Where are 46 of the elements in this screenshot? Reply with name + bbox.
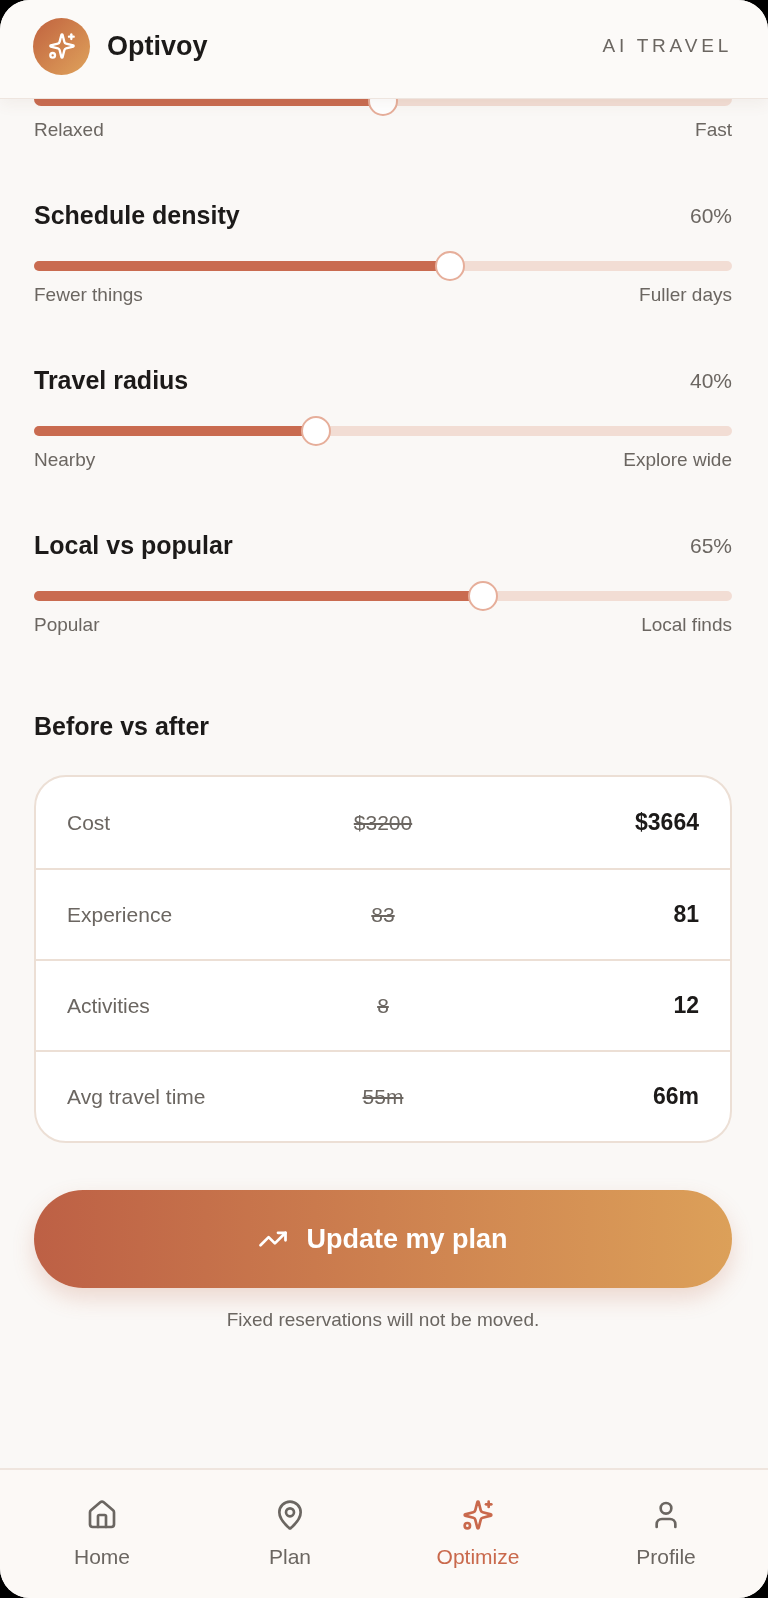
- before-value: 83: [371, 901, 395, 928]
- slider-value: 40%: [689, 368, 732, 395]
- slider-value: 60%: [689, 203, 732, 230]
- section-title: Before vs after: [34, 711, 210, 743]
- slider-title: Local vs popular: [34, 530, 233, 562]
- note-text: Fixed reservations will not be moved.: [226, 1307, 540, 1332]
- after-value: 81: [673, 900, 699, 930]
- after-value: 66m: [652, 1082, 699, 1112]
- slider-value: 65%: [689, 533, 732, 560]
- before-value: 8: [377, 992, 389, 1019]
- slider-thumb[interactable]: [301, 416, 332, 446]
- nav-tab[interactable]: Profile: [636, 1499, 696, 1569]
- house-icon: [86, 1499, 118, 1531]
- slider-track[interactable]: [34, 426, 732, 436]
- app-logo-icon: [33, 17, 90, 75]
- nav-tab[interactable]: Home: [74, 1499, 130, 1569]
- slider-thumb[interactable]: [468, 581, 499, 611]
- slider-track[interactable]: [34, 591, 732, 601]
- slider-high-label: Explore wide: [623, 447, 732, 472]
- metric-label: Experience: [67, 901, 173, 928]
- slider-low-label: Relaxed: [34, 117, 104, 142]
- slider-high-label: Local finds: [641, 612, 732, 637]
- slider-thumb[interactable]: [434, 251, 465, 281]
- slider-low-label: Nearby: [34, 447, 96, 472]
- slider-low-label: Fewer things: [34, 282, 143, 307]
- update-plan-button[interactable]: Update my plan: [34, 1190, 732, 1288]
- sparkles-icon: [462, 1499, 494, 1531]
- after-value: $3664: [635, 808, 699, 838]
- slider-title: Travel radius: [34, 365, 189, 397]
- slider-track[interactable]: [34, 261, 732, 271]
- before-value: 55m: [362, 1083, 404, 1110]
- nav-tab[interactable]: Optimize: [436, 1499, 520, 1569]
- after-value: 12: [673, 991, 699, 1021]
- slider-thumb[interactable]: [368, 99, 398, 116]
- app-tagline: AI TRAVEL: [602, 33, 732, 58]
- metric-label: Cost: [67, 809, 111, 836]
- metric-label: Avg travel time: [67, 1083, 206, 1110]
- slider-track[interactable]: [34, 99, 732, 106]
- app-name: Optivoy: [107, 29, 208, 63]
- slider-title: Schedule density: [34, 200, 240, 232]
- before-value: $3200: [353, 809, 413, 836]
- nav-tab[interactable]: Plan: [269, 1499, 311, 1569]
- slider-low-label: Popular: [34, 612, 100, 637]
- metric-label: Activities: [67, 992, 150, 1019]
- slider-high-label: Fast: [695, 117, 732, 142]
- slider-high-label: Fuller days: [639, 282, 732, 307]
